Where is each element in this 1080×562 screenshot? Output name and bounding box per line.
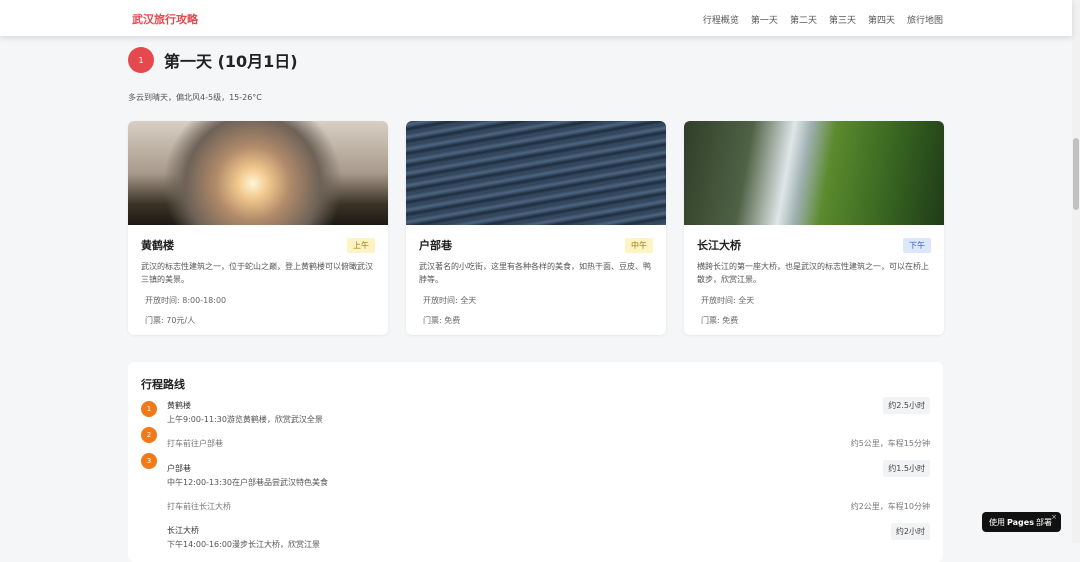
- attraction-name: 长江大桥: [697, 239, 741, 252]
- pages-deploy-badge[interactable]: 使用 Pages 部署 ×: [982, 512, 1061, 532]
- step-transport: 打车前往长江大桥: [167, 502, 231, 511]
- step-name: 黄鹤楼: [167, 401, 191, 410]
- scrollbar[interactable]: [1072, 0, 1080, 543]
- day-number-badge: 1: [128, 47, 154, 73]
- badge-prefix: 使用: [989, 517, 1005, 527]
- step-desc: 上午9:00-11:30游览黄鹤楼，欣赏武汉全景: [167, 415, 323, 424]
- ticket-price: 门票: 免费: [701, 316, 739, 325]
- step-duration: 约2小时: [890, 523, 930, 540]
- attraction-card[interactable]: 户部巷 中午 武汉著名的小吃街，这里有各种各样的美食，如热干面、豆皮、鸭脖等。 开…: [406, 121, 666, 335]
- top-navbar: 武汉旅行攻略 行程概览 第一天 第二天 第三天 第四天 旅行地图: [0, 0, 1072, 36]
- step-desc: 中午12:00-13:30在户部巷品尝武汉特色美食: [167, 478, 328, 487]
- attraction-card[interactable]: 长江大桥 下午 横跨长江的第一座大桥，也是武汉的标志性建筑之一，可以在桥上散步，欣…: [684, 121, 944, 335]
- close-icon[interactable]: ×: [1051, 513, 1057, 521]
- nav-overview[interactable]: 行程概览: [703, 13, 739, 26]
- opening-hours: 开放时间: 8:00-18:00: [145, 296, 227, 305]
- step-distance: 约2公里，车程10分钟: [850, 502, 930, 511]
- time-badge: 上午: [347, 237, 375, 253]
- site-logo[interactable]: 武汉旅行攻略: [132, 11, 198, 27]
- time-badge: 中午: [625, 237, 653, 253]
- badge-brand: Pages: [1007, 517, 1034, 527]
- attraction-name: 黄鹤楼: [141, 239, 174, 252]
- step-transport: 打车前往户部巷: [167, 439, 223, 448]
- attraction-desc: 武汉的标志性建筑之一，位于蛇山之巅，登上黄鹤楼可以俯瞰武汉三镇的美景。: [141, 262, 373, 284]
- ticket-price: 门票: 70元/人: [145, 316, 196, 325]
- step-number: 2: [141, 427, 157, 443]
- day-title: 第一天 (10月1日): [164, 52, 298, 71]
- step-duration: 约1.5小时: [883, 460, 930, 477]
- scrollbar-thumb[interactable]: [1073, 138, 1079, 210]
- attraction-name: 户部巷: [419, 239, 452, 252]
- weather-info: 多云到晴天，偏北风4-5级，15-26°C: [128, 93, 262, 102]
- attraction-desc: 武汉著名的小吃街，这里有各种各样的美食，如热干面、豆皮、鸭脖等。: [419, 262, 651, 284]
- step-desc: 下午14:00-16:00漫步长江大桥，欣赏江景: [167, 540, 320, 549]
- step-number: 1: [141, 401, 157, 417]
- nav-day-1[interactable]: 第一天: [751, 13, 778, 26]
- nav-day-3[interactable]: 第三天: [829, 13, 856, 26]
- attraction-desc: 横跨长江的第一座大桥，也是武汉的标志性建筑之一，可以在桥上散步，欣赏江景。: [697, 262, 929, 284]
- opening-hours: 开放时间: 全天: [701, 296, 755, 305]
- nav-menu: 行程概览 第一天 第二天 第三天 第四天 旅行地图: [703, 13, 943, 26]
- step-number: 3: [141, 453, 157, 469]
- attraction-image: [406, 121, 666, 225]
- attraction-image: [128, 121, 388, 225]
- nav-map[interactable]: 旅行地图: [907, 13, 943, 26]
- step-distance: 约5公里，车程15分钟: [850, 439, 930, 448]
- badge-suffix: 部署: [1035, 517, 1052, 527]
- attraction-card[interactable]: 黄鹤楼 上午 武汉的标志性建筑之一，位于蛇山之巅，登上黄鹤楼可以俯瞰武汉三镇的美景…: [128, 121, 388, 335]
- route-panel: 行程路线 1 黄鹤楼 上午9:00-11:30游览黄鹤楼，欣赏武汉全景 约2.5…: [128, 362, 943, 562]
- step-name: 户部巷: [167, 464, 191, 473]
- step-duration: 约2.5小时: [883, 397, 930, 414]
- ticket-price: 门票: 免费: [423, 316, 461, 325]
- nav-day-2[interactable]: 第二天: [790, 13, 817, 26]
- route-title: 行程路线: [141, 378, 185, 391]
- opening-hours: 开放时间: 全天: [423, 296, 477, 305]
- attraction-cards: 黄鹤楼 上午 武汉的标志性建筑之一，位于蛇山之巅，登上黄鹤楼可以俯瞰武汉三镇的美景…: [128, 121, 944, 335]
- time-badge: 下午: [903, 237, 931, 253]
- attraction-image: [684, 121, 944, 225]
- step-name: 长江大桥: [167, 526, 199, 535]
- nav-day-4[interactable]: 第四天: [868, 13, 895, 26]
- day-header: 1 第一天 (10月1日): [128, 47, 298, 73]
